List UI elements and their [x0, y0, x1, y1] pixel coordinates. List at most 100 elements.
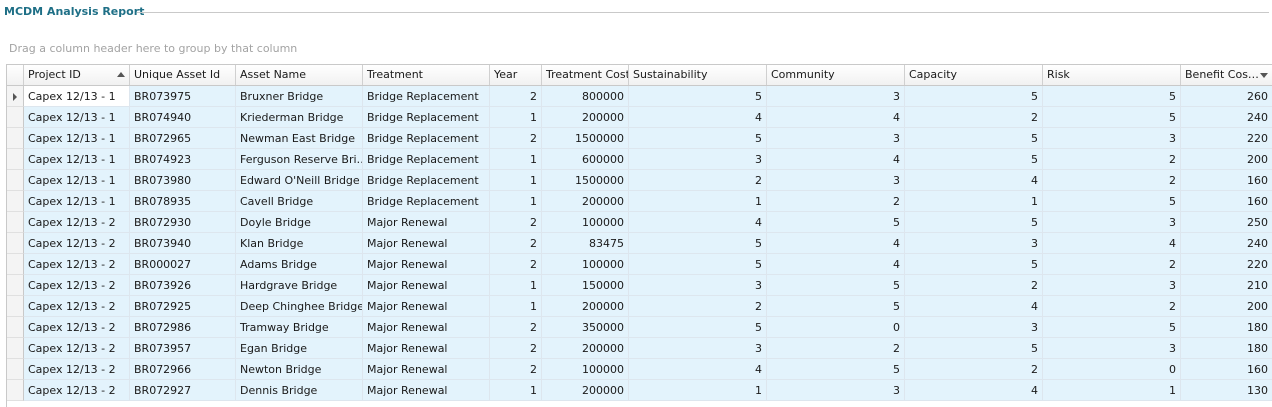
column-header-community[interactable]: Community: [767, 65, 905, 85]
cell-asset-name[interactable]: Dennis Bridge: [236, 380, 363, 401]
cell-year[interactable]: 2: [490, 338, 542, 359]
cell-project-id[interactable]: Capex 12/13 - 1: [24, 86, 130, 107]
row-indicator[interactable]: [7, 317, 24, 338]
cell-benefit-cost[interactable]: 240: [1181, 107, 1272, 128]
cell-treatment-cost[interactable]: 100000: [542, 254, 629, 275]
table-row[interactable]: Capex 12/13 - 2 BR073926 Hardgrave Bridge M…: [7, 275, 1272, 296]
cell-community[interactable]: 0: [767, 317, 905, 338]
cell-treatment[interactable]: Bridge Replacement: [363, 86, 490, 107]
table-row[interactable]: Capex 12/13 - 2 BR073957 Egan Bridge Major …: [7, 338, 1272, 359]
cell-sustainability[interactable]: 5: [629, 233, 767, 254]
cell-asset-name[interactable]: Deep Chinghee Bridge: [236, 296, 363, 317]
cell-benefit-cost[interactable]: 210: [1181, 275, 1272, 296]
cell-year[interactable]: 2: [490, 86, 542, 107]
cell-community[interactable]: 5: [767, 296, 905, 317]
cell-treatment[interactable]: Major Renewal: [363, 338, 490, 359]
cell-unique-asset-id[interactable]: BR072986: [130, 317, 236, 338]
row-indicator[interactable]: [7, 212, 24, 233]
cell-asset-name[interactable]: Newman East Bridge: [236, 128, 363, 149]
cell-capacity[interactable]: 2: [905, 107, 1043, 128]
cell-benefit-cost[interactable]: 260: [1181, 86, 1272, 107]
cell-risk[interactable]: 0: [1043, 359, 1181, 380]
table-row[interactable]: Capex 12/13 - 2 BR072925 Deep Chinghee Bri…: [7, 296, 1272, 317]
column-header-year[interactable]: Year: [490, 65, 542, 85]
cell-treatment-cost[interactable]: 83475: [542, 233, 629, 254]
cell-asset-name[interactable]: Cavell Bridge: [236, 191, 363, 212]
cell-asset-name[interactable]: Ferguson Reserve Bri…: [236, 149, 363, 170]
cell-sustainability[interactable]: 4: [629, 359, 767, 380]
cell-community[interactable]: 3: [767, 380, 905, 401]
cell-benefit-cost[interactable]: 160: [1181, 170, 1272, 191]
cell-risk[interactable]: 4: [1043, 233, 1181, 254]
cell-unique-asset-id[interactable]: BR073957: [130, 338, 236, 359]
cell-benefit-cost[interactable]: 220: [1181, 128, 1272, 149]
cell-treatment-cost[interactable]: 200000: [542, 191, 629, 212]
table-row[interactable]: Capex 12/13 - 2 BR072927 Dennis Bridge Majo…: [7, 380, 1272, 401]
cell-sustainability[interactable]: 2: [629, 296, 767, 317]
cell-treatment-cost[interactable]: 350000: [542, 317, 629, 338]
row-indicator[interactable]: [7, 359, 24, 380]
cell-unique-asset-id[interactable]: BR072966: [130, 359, 236, 380]
cell-treatment-cost[interactable]: 200000: [542, 107, 629, 128]
cell-year[interactable]: 2: [490, 233, 542, 254]
cell-asset-name[interactable]: Edward O'Neill Bridge: [236, 170, 363, 191]
cell-community[interactable]: 4: [767, 233, 905, 254]
cell-risk[interactable]: 1: [1043, 380, 1181, 401]
cell-treatment-cost[interactable]: 100000: [542, 359, 629, 380]
cell-treatment-cost[interactable]: 200000: [542, 338, 629, 359]
cell-year[interactable]: 1: [490, 191, 542, 212]
cell-treatment-cost[interactable]: 200000: [542, 296, 629, 317]
cell-risk[interactable]: 2: [1043, 296, 1181, 317]
cell-asset-name[interactable]: Doyle Bridge: [236, 212, 363, 233]
cell-project-id[interactable]: Capex 12/13 - 2: [24, 338, 130, 359]
cell-community[interactable]: 2: [767, 191, 905, 212]
cell-capacity[interactable]: 4: [905, 296, 1043, 317]
column-header-benefit-cost[interactable]: Benefit Cos…: [1181, 65, 1272, 85]
cell-sustainability[interactable]: 4: [629, 212, 767, 233]
cell-sustainability[interactable]: 5: [629, 86, 767, 107]
cell-unique-asset-id[interactable]: BR072925: [130, 296, 236, 317]
cell-benefit-cost[interactable]: 160: [1181, 359, 1272, 380]
cell-year[interactable]: 1: [490, 380, 542, 401]
row-indicator[interactable]: [7, 233, 24, 254]
cell-risk[interactable]: 2: [1043, 170, 1181, 191]
cell-asset-name[interactable]: Kriederman Bridge: [236, 107, 363, 128]
table-row[interactable]: Capex 12/13 - 1 BR073980 Edward O'Neill Br…: [7, 170, 1272, 191]
cell-risk[interactable]: 5: [1043, 191, 1181, 212]
cell-year[interactable]: 2: [490, 254, 542, 275]
cell-capacity[interactable]: 4: [905, 170, 1043, 191]
cell-risk[interactable]: 3: [1043, 128, 1181, 149]
cell-capacity[interactable]: 2: [905, 359, 1043, 380]
cell-benefit-cost[interactable]: 180: [1181, 338, 1272, 359]
cell-benefit-cost[interactable]: 250: [1181, 212, 1272, 233]
cell-sustainability[interactable]: 4: [629, 107, 767, 128]
cell-capacity[interactable]: 5: [905, 338, 1043, 359]
cell-asset-name[interactable]: Newton Bridge: [236, 359, 363, 380]
cell-project-id[interactable]: Capex 12/13 - 2: [24, 275, 130, 296]
cell-project-id[interactable]: Capex 12/13 - 2: [24, 233, 130, 254]
cell-benefit-cost[interactable]: 200: [1181, 149, 1272, 170]
table-row[interactable]: Capex 12/13 - 2 BR073940 Klan Bridge Major …: [7, 233, 1272, 254]
cell-capacity[interactable]: 2: [905, 275, 1043, 296]
cell-capacity[interactable]: 5: [905, 254, 1043, 275]
cell-sustainability[interactable]: 3: [629, 149, 767, 170]
cell-community[interactable]: 5: [767, 359, 905, 380]
table-row[interactable]: Capex 12/13 - 2 BR072930 Doyle Bridge Major…: [7, 212, 1272, 233]
cell-sustainability[interactable]: 3: [629, 275, 767, 296]
row-indicator[interactable]: [7, 254, 24, 275]
cell-risk[interactable]: 5: [1043, 317, 1181, 338]
cell-treatment[interactable]: Bridge Replacement: [363, 149, 490, 170]
column-header-project-id[interactable]: Project ID: [24, 65, 130, 85]
cell-sustainability[interactable]: 5: [629, 128, 767, 149]
cell-capacity[interactable]: 5: [905, 86, 1043, 107]
cell-capacity[interactable]: 1: [905, 191, 1043, 212]
cell-sustainability[interactable]: 2: [629, 170, 767, 191]
cell-risk[interactable]: 3: [1043, 212, 1181, 233]
cell-project-id[interactable]: Capex 12/13 - 2: [24, 380, 130, 401]
cell-project-id[interactable]: Capex 12/13 - 2: [24, 317, 130, 338]
cell-year[interactable]: 2: [490, 317, 542, 338]
table-row[interactable]: Capex 12/13 - 1 BR074940 Kriederman Bridge…: [7, 107, 1272, 128]
row-indicator[interactable]: [7, 275, 24, 296]
cell-project-id[interactable]: Capex 12/13 - 1: [24, 191, 130, 212]
cell-treatment[interactable]: Major Renewal: [363, 275, 490, 296]
